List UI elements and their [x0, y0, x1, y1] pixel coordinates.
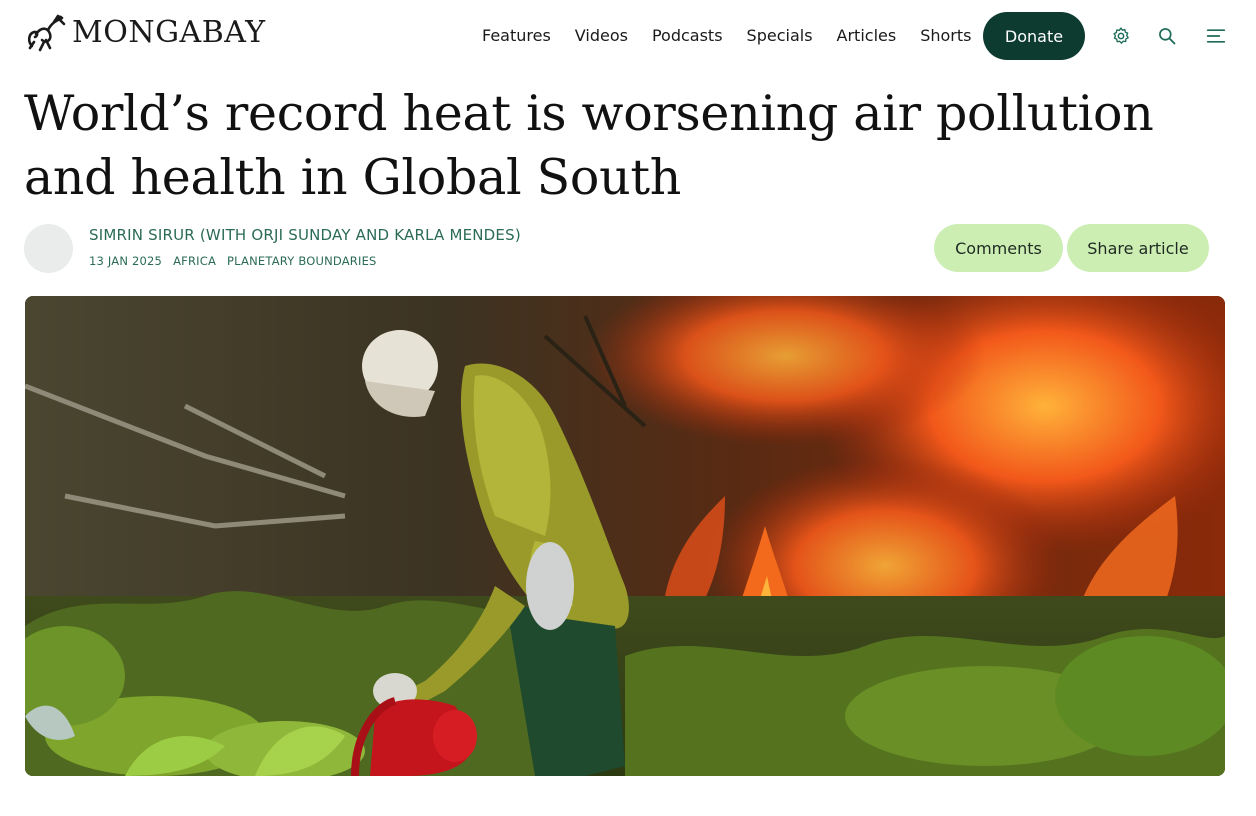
donate-button[interactable]: Donate — [983, 12, 1085, 60]
hero-image — [25, 296, 1225, 776]
nav-features[interactable]: Features — [482, 24, 551, 48]
site-header: MONGABAY Features Videos Podcasts Specia… — [0, 0, 1256, 72]
nav-videos[interactable]: Videos — [575, 24, 628, 48]
menu-icon[interactable] — [1204, 24, 1228, 48]
mongabay-logo[interactable]: MONGABAY — [24, 12, 266, 54]
article-title: World’s record heat is worsening air pol… — [24, 85, 1154, 206]
author-name[interactable]: SIMRIN SIRUR (WITH ORJI SUNDAY AND KARLA… — [89, 226, 521, 244]
nav-articles[interactable]: Articles — [837, 24, 897, 48]
tag-planetary-boundaries[interactable]: PLANETARY BOUNDARIES — [227, 254, 377, 268]
logo-wordmark: MONGABAY — [72, 15, 266, 50]
settings-icon[interactable] — [1109, 24, 1133, 48]
nav-podcasts[interactable]: Podcasts — [652, 24, 723, 48]
gecko-logo-icon — [27, 14, 66, 52]
article-meta: 13 JAN 2025 AFRICA PLANETARY BOUNDARIES — [89, 254, 377, 268]
nav-shorts[interactable]: Shorts — [920, 24, 971, 48]
nav-specials[interactable]: Specials — [747, 24, 813, 48]
tag-africa[interactable]: AFRICA — [173, 254, 216, 268]
share-article-button[interactable]: Share article — [1067, 224, 1209, 272]
author-avatar — [24, 224, 73, 273]
comments-button[interactable]: Comments — [934, 224, 1063, 272]
firefighter-wildfire-illustration — [25, 296, 1225, 776]
search-icon[interactable] — [1155, 24, 1179, 48]
main-nav: Features Videos Podcasts Specials Articl… — [482, 24, 971, 48]
article-date: 13 JAN 2025 — [89, 254, 163, 268]
